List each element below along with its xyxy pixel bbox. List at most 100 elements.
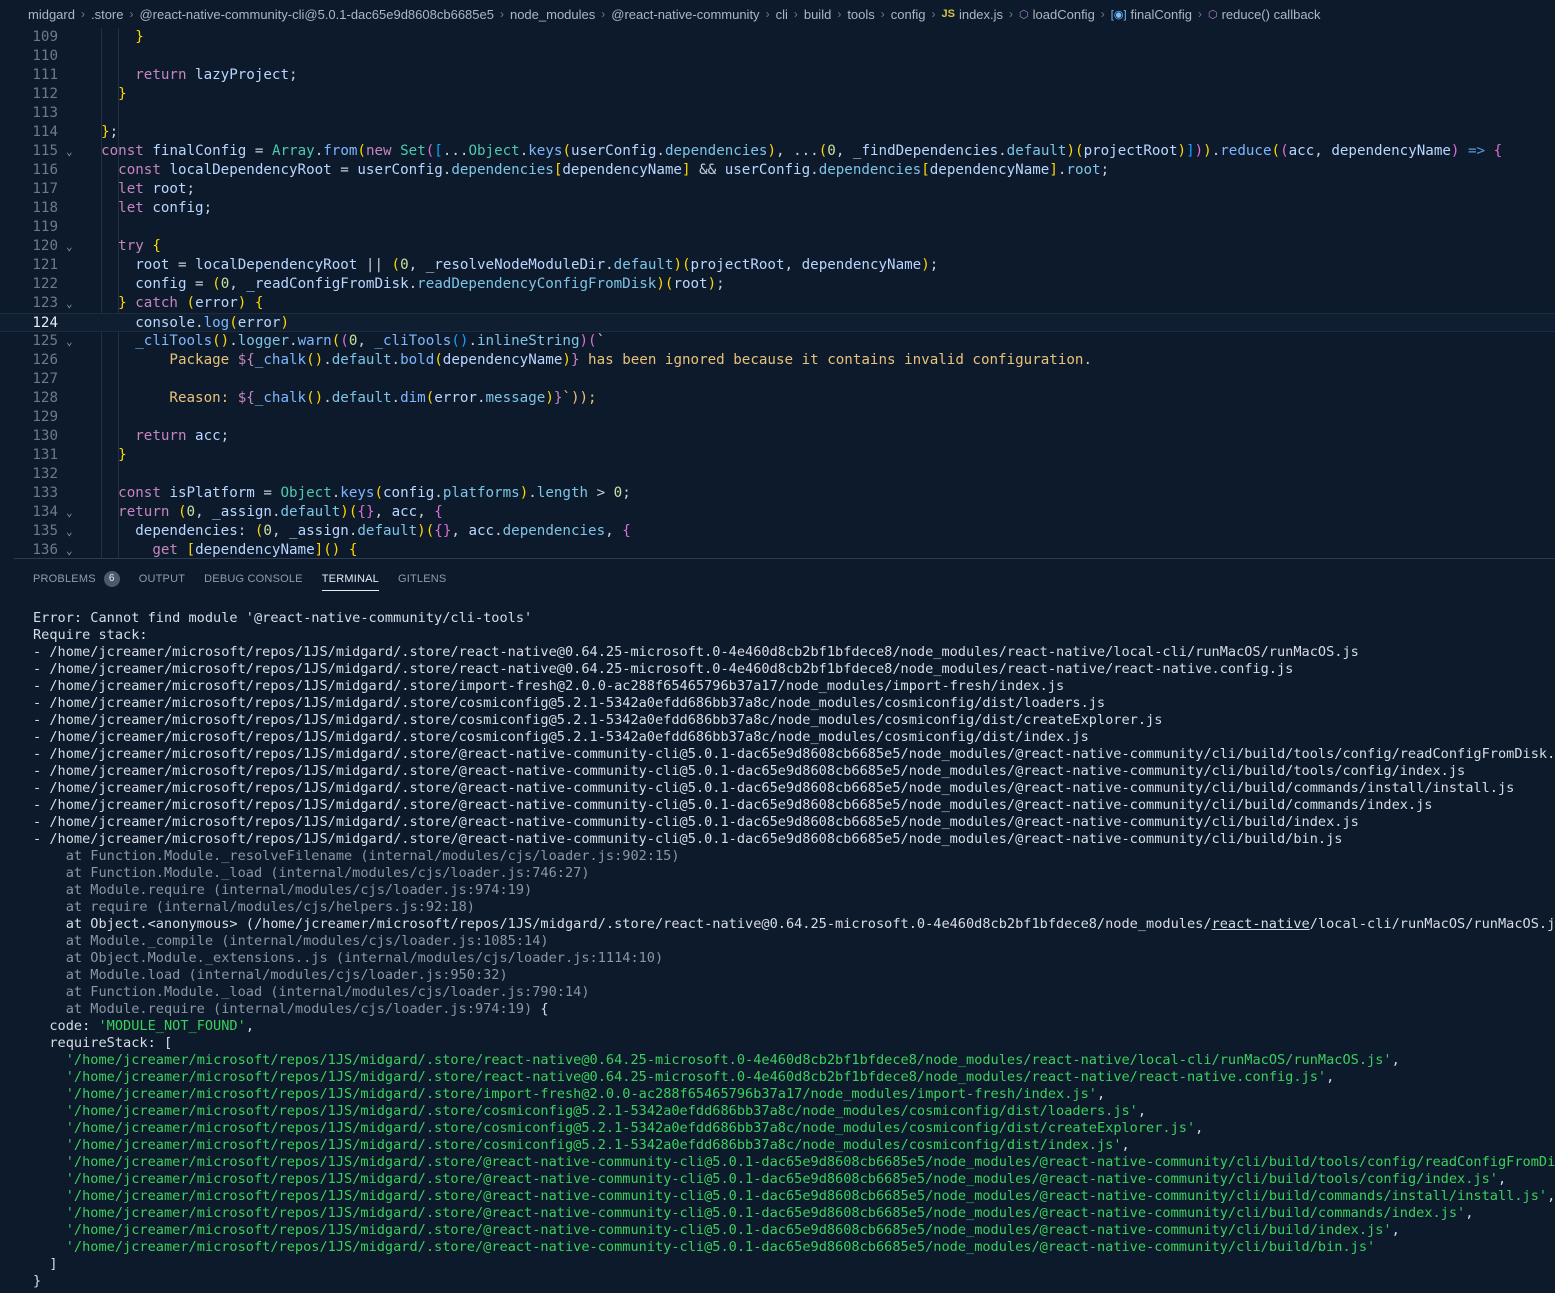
chevron-right-icon: › <box>837 7 842 21</box>
code-line[interactable]: 123 ⌄ } catch (error) { <box>0 294 1555 313</box>
bottom-panel: PROBLEMS 6 OUTPUT DEBUG CONSOLE TERMINAL GITL… <box>14 558 1555 1293</box>
code-text: let config; <box>118 200 213 216</box>
code-line[interactable]: 127 <box>0 370 1555 389</box>
code-line[interactable]: 136 ⌄ get [dependencyName]() { <box>0 541 1555 558</box>
stack-path: - /home/jcreamer/microsoft/repos/1JS/mid… <box>33 763 1466 779</box>
breadcrumb-item[interactable]: @react-native-community <box>611 7 759 22</box>
tab-terminal[interactable]: TERMINAL <box>321 559 380 599</box>
line-number: 123 <box>32 295 58 311</box>
code-line[interactable]: 121 root = localDependencyRoot || (0, _r… <box>0 256 1555 275</box>
breadcrumb-item[interactable]: midgard <box>28 7 75 22</box>
code-line[interactable]: 110 <box>0 47 1555 66</box>
stack-string: '/home/jcreamer/microsoft/repos/1JS/midg… <box>65 1103 1138 1119</box>
code-line[interactable]: 117 let root; <box>0 180 1555 199</box>
stack-frame: at require (internal/modules/cjs/helpers… <box>33 899 475 915</box>
stack-frame: /local-cli/runMacOS/runMacOS.js:18 <box>1309 916 1555 932</box>
terminal-line: - /home/jcreamer/microsoft/repos/1JS/mid… <box>33 831 1555 848</box>
breadcrumb-item[interactable]: ⬡ reduce() callback <box>1208 7 1321 22</box>
code-line[interactable]: 130 return acc; <box>0 427 1555 446</box>
code-line[interactable]: 111 return lazyProject; <box>0 66 1555 85</box>
code-line[interactable]: 133 const isPlatform = Object.keys(confi… <box>0 484 1555 503</box>
breadcrumb-item[interactable]: ⬡ loadConfig <box>1019 7 1095 22</box>
code-line[interactable]: 126 Package ${_chalk().default.bold(depe… <box>0 351 1555 370</box>
fold-chevron-icon[interactable]: ⌄ <box>66 332 73 351</box>
method-icon: ⬡ <box>1207 8 1218 21</box>
breadcrumb-label: midgard <box>28 6 75 22</box>
tab-problems[interactable]: PROBLEMS 6 <box>33 559 120 599</box>
fold-chevron-icon[interactable]: ⌄ <box>66 503 73 522</box>
code-text: root = localDependencyRoot || (0, _resol… <box>135 257 939 273</box>
tab-label: OUTPUT <box>138 573 186 585</box>
breadcrumb-item[interactable]: JS index.js <box>941 7 1003 22</box>
terminal-line: - /home/jcreamer/microsoft/repos/1JS/mid… <box>33 712 1555 729</box>
stack-path: - /home/jcreamer/microsoft/repos/1JS/mid… <box>33 678 1065 694</box>
tab-debug-console[interactable]: DEBUG CONSOLE <box>204 559 303 599</box>
code-line[interactable]: 113 <box>0 104 1555 123</box>
fold-chevron-icon[interactable]: ⌄ <box>66 142 73 161</box>
stack-string: '/home/jcreamer/microsoft/repos/1JS/midg… <box>65 1188 1548 1204</box>
code-line[interactable]: 124 console.log(error) <box>0 313 1555 332</box>
code-line[interactable]: 122 config = (0, _readConfigFromDisk.rea… <box>0 275 1555 294</box>
code-line[interactable]: 131 } <box>0 446 1555 465</box>
fold-chevron-icon[interactable]: ⌄ <box>66 522 73 541</box>
code-line[interactable]: 119 <box>0 218 1555 237</box>
code-text: return lazyProject; <box>135 67 298 83</box>
stack-path: - /home/jcreamer/microsoft/repos/1JS/mid… <box>33 712 1163 728</box>
code-text: const isPlatform = Object.keys(config.pl… <box>118 485 631 501</box>
breadcrumb-item[interactable]: node_modules <box>510 7 595 22</box>
breadcrumb-label: reduce() callback <box>1221 6 1321 22</box>
tab-output[interactable]: OUTPUT <box>139 559 185 599</box>
code-line[interactable]: 109 } <box>0 28 1555 47</box>
breadcrumb-label: loadConfig <box>1032 6 1095 22</box>
tab-gitlens[interactable]: GITLENS <box>398 559 446 599</box>
terminal-text: , <box>1547 1188 1555 1204</box>
panel-tabs: PROBLEMS 6 OUTPUT DEBUG CONSOLE TERMINAL GITL… <box>14 559 446 599</box>
fold-chevron-icon[interactable]: ⌄ <box>66 294 73 313</box>
breadcrumb-item[interactable]: cli <box>776 7 788 22</box>
terminal-output[interactable]: Error: Cannot find module '@react-native… <box>33 610 1555 1293</box>
code-line[interactable]: 135 ⌄ dependencies: (0, _assign.default)(… <box>0 522 1555 541</box>
stack-frame: at Function.Module._resolveFilename (int… <box>33 848 680 864</box>
tab-label: PROBLEMS <box>33 573 96 585</box>
code-line[interactable]: 114 }; <box>0 123 1555 142</box>
terminal-line: - /home/jcreamer/microsoft/repos/1JS/mid… <box>33 695 1555 712</box>
terminal-text: ] <box>33 1256 58 1272</box>
chevron-right-icon: › <box>765 7 770 21</box>
terminal-line: } <box>33 1273 1555 1290</box>
code-line[interactable]: 134 ⌄ return (0, _assign.default)({}, acc… <box>0 503 1555 522</box>
code-text: Reason: ${_chalk().default.dim(error.mes… <box>84 390 597 406</box>
line-number: 125 <box>32 333 58 349</box>
breadcrumb-label: finalConfig <box>1130 6 1192 22</box>
code-line[interactable]: 120 ⌄ try { <box>0 237 1555 256</box>
line-number: 129 <box>32 409 58 425</box>
breadcrumb-item[interactable]: [◉] finalConfig <box>1111 7 1192 22</box>
code-line[interactable]: 115 ⌄ const finalConfig = Array.from(new … <box>0 142 1555 161</box>
terminal-line: - /home/jcreamer/microsoft/repos/1JS/mid… <box>33 763 1555 780</box>
fold-chevron-icon[interactable]: ⌄ <box>66 237 73 256</box>
stack-string: '/home/jcreamer/microsoft/repos/1JS/midg… <box>65 1052 1392 1068</box>
breadcrumb-item[interactable]: @react-native-community-cli@5.0.1-dac65e… <box>139 7 493 22</box>
terminal-text: code: <box>33 1018 99 1034</box>
breadcrumb-item[interactable]: .store <box>91 7 124 22</box>
code-line[interactable]: 132 <box>0 465 1555 484</box>
code-line[interactable]: 125 ⌄ _cliTools().logger.warn((0, _cliToo… <box>0 332 1555 351</box>
code-line[interactable]: 118 let config; <box>0 199 1555 218</box>
line-number: 122 <box>32 276 58 292</box>
code-line[interactable]: 129 <box>0 408 1555 427</box>
chevron-right-icon: › <box>1197 7 1202 21</box>
fold-chevron-icon[interactable]: ⌄ <box>66 541 73 558</box>
breadcrumb-item[interactable]: tools <box>847 7 874 22</box>
code-line[interactable]: 128 Reason: ${_chalk().default.dim(error… <box>0 389 1555 408</box>
code-editor[interactable]: 109 } 110 111 return lazyProject; 112 } 113 1… <box>0 28 1555 558</box>
line-number: 114 <box>32 124 58 140</box>
breadcrumb-item[interactable]: config <box>891 7 926 22</box>
stack-frame: at Function.Module._load (internal/modul… <box>33 984 590 1000</box>
code-line[interactable]: 116 const localDependencyRoot = userConf… <box>0 161 1555 180</box>
terminal-line: '/home/jcreamer/microsoft/repos/1JS/midg… <box>33 1137 1555 1154</box>
line-number: 113 <box>32 105 58 121</box>
code-line[interactable]: 112 } <box>0 85 1555 104</box>
breadcrumb-item[interactable]: build <box>804 7 831 22</box>
code-text: const localDependencyRoot = userConfig.d… <box>118 162 1110 178</box>
